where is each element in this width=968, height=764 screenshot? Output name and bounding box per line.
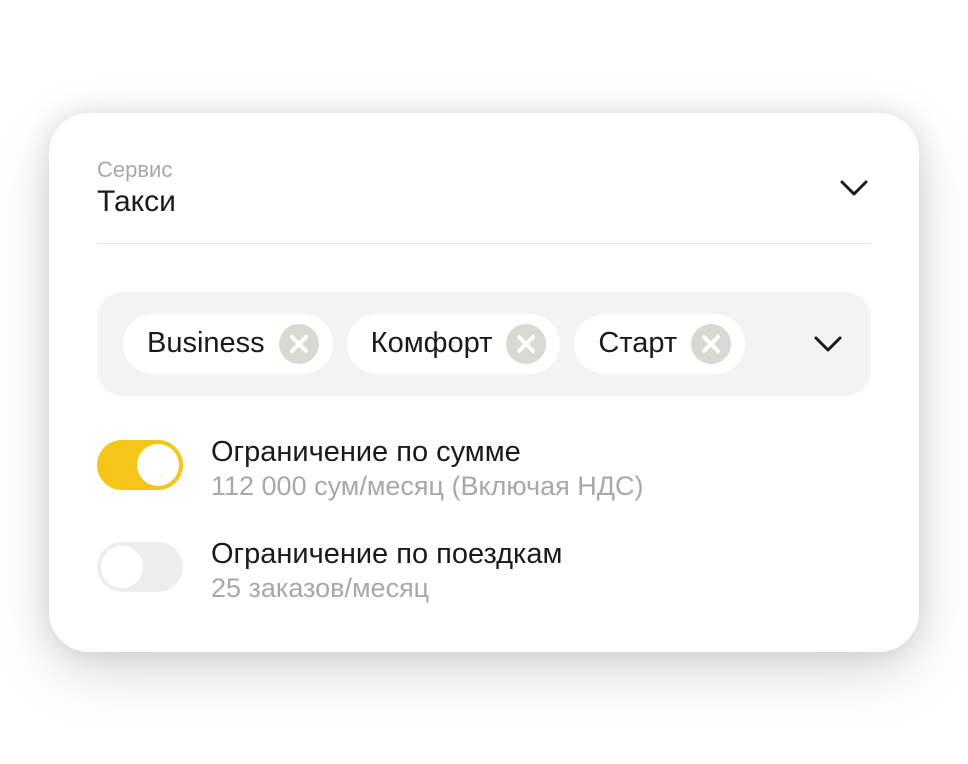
setting-title: Ограничение по сумме [211, 436, 644, 469]
tariff-chip-business: Business [123, 314, 333, 374]
chip-label: Старт [598, 327, 677, 360]
toggle-trip-limit[interactable] [97, 542, 183, 592]
close-icon[interactable] [691, 324, 731, 364]
chip-label: Business [147, 327, 265, 360]
tariff-chip-start: Старт [574, 314, 745, 374]
toggle-amount-limit[interactable] [97, 440, 183, 490]
tariff-chips-wrap: Business Комфорт Старт [123, 314, 795, 374]
toggle-knob [101, 546, 143, 588]
tariff-chips-container[interactable]: Business Комфорт Старт [97, 292, 871, 396]
toggle-knob [137, 444, 179, 486]
setting-title: Ограничение по поездкам [211, 538, 562, 571]
service-text: Сервис Такси [97, 157, 176, 219]
service-label: Сервис [97, 157, 176, 183]
setting-text: Ограничение по сумме 112 000 сум/месяц (… [211, 436, 644, 502]
chevron-down-icon[interactable] [811, 327, 845, 361]
service-selector[interactable]: Сервис Такси [97, 157, 871, 244]
settings-card: Сервис Такси Business Комфорт Старт [49, 113, 919, 652]
service-value: Такси [97, 185, 176, 219]
setting-subtitle: 112 000 сум/месяц (Включая НДС) [211, 471, 644, 502]
setting-amount-limit: Ограничение по сумме 112 000 сум/месяц (… [97, 436, 871, 502]
chip-label: Комфорт [371, 327, 493, 360]
setting-subtitle: 25 заказов/месяц [211, 573, 562, 604]
close-icon[interactable] [506, 324, 546, 364]
tariff-chip-comfort: Комфорт [347, 314, 561, 374]
chevron-down-icon [837, 171, 871, 205]
close-icon[interactable] [279, 324, 319, 364]
setting-text: Ограничение по поездкам 25 заказов/месяц [211, 538, 562, 604]
setting-trip-limit: Ограничение по поездкам 25 заказов/месяц [97, 538, 871, 604]
